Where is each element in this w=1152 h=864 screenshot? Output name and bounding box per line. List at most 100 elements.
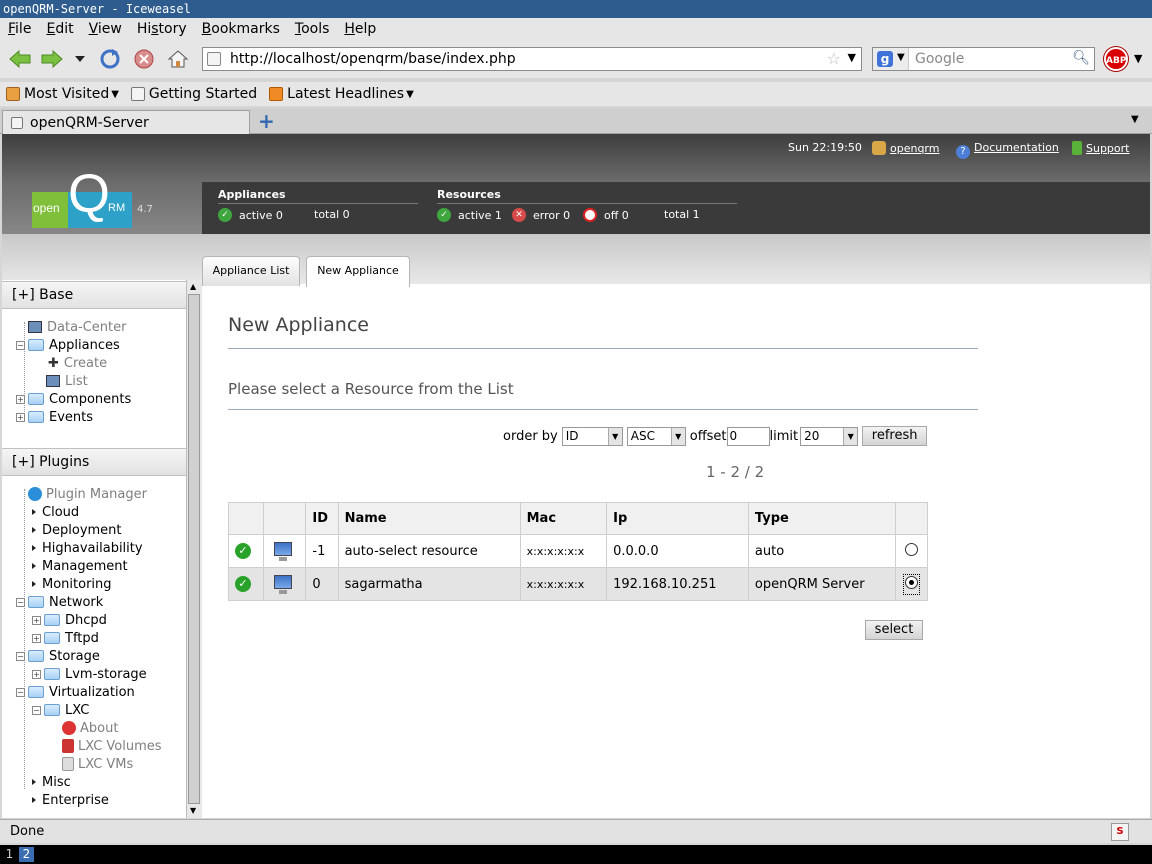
menu-bookmarks[interactable]: Bookmarks [194,21,287,37]
menu-view[interactable]: View [81,21,129,37]
search-engine-selector[interactable]: g ▼ [873,48,909,70]
user-link[interactable]: openqrm [872,141,939,155]
scroll-down-icon[interactable]: ▼ [190,806,196,815]
menu-file[interactable]: File [0,21,38,37]
expand-icon[interactable]: + [32,615,41,625]
tab-appliance-list[interactable]: Appliance List [202,256,300,286]
tree-item-events[interactable]: + Events [16,408,93,426]
tree-item-dhcpd[interactable]: + Dhcpd [32,611,107,629]
menu-history[interactable]: History [129,21,194,37]
expand-icon[interactable]: + [16,394,25,404]
history-dropdown-button[interactable] [70,48,90,70]
plugins-section-header[interactable]: [+] Plugins [2,448,186,476]
tree-item-virtualization[interactable]: − Virtualization [16,683,135,701]
user-link-text[interactable]: openqrm [890,142,939,155]
sort-order-select[interactable]: ASC ▼ [626,426,686,446]
tree-item-monitoring[interactable]: Monitoring [32,575,112,593]
collapse-icon[interactable]: − [16,651,25,661]
collapse-icon[interactable]: − [16,687,25,697]
tree-item-misc[interactable]: Misc [32,773,71,791]
forward-button[interactable] [40,48,64,70]
tree-item-lxc-volumes[interactable]: LXC Volumes [62,737,162,755]
offset-input[interactable]: 0 [726,426,770,446]
bookmark-most-visited[interactable]: Most Visited ▼ [6,86,119,102]
column-header-name[interactable]: Name [337,502,521,535]
tree-item-storage[interactable]: − Storage [16,647,100,665]
adblock-plus-icon[interactable]: ABP [1104,47,1128,71]
list-all-tabs-button[interactable]: ▼ [1131,114,1139,125]
url-text[interactable]: http://localhost/openqrm/base/index.php [230,51,516,67]
site-identity-icon[interactable] [207,52,221,66]
search-input[interactable]: Google [915,51,964,67]
tree-item-network[interactable]: − Network [16,593,103,611]
menu-edit[interactable]: Edit [38,21,80,37]
select-button[interactable]: select [865,620,923,640]
column-header-mac[interactable]: Mac [519,502,608,535]
collapse-icon[interactable]: − [16,340,25,350]
bookmark-getting-started[interactable]: Getting Started [130,86,257,102]
bookmark-star-icon[interactable]: ☆ [827,49,841,68]
tree-item-lvm-storage[interactable]: + Lvm-storage [32,665,147,683]
support-link-text[interactable]: Support [1086,142,1129,155]
bookmark-latest-headlines[interactable]: Latest Headlines ▼ [269,86,414,102]
documentation-link-text[interactable]: Documentation [974,141,1059,154]
tree-item-management[interactable]: Management [32,557,128,575]
tree-item-enterprise[interactable]: Enterprise [32,791,109,809]
tree-item-plugin-manager[interactable]: Plugin Manager [28,485,147,503]
documentation-link[interactable]: ? Documentation [956,141,1059,159]
tree-item-list[interactable]: List [46,372,88,390]
scrollbar-thumb[interactable] [188,294,200,804]
tree-item-tftpd[interactable]: + Tftpd [32,629,99,647]
home-button[interactable] [166,48,190,70]
column-header-ip[interactable]: Ip [606,502,749,535]
table-row[interactable]: ✓ 0 sagarmatha x:x:x:x:x:x 192.168.10.25… [227,567,929,601]
column-header-select [894,502,929,535]
collapse-icon[interactable]: − [16,597,25,607]
tab-new-appliance[interactable]: New Appliance [306,256,410,287]
base-section-header[interactable]: [+] Base [2,281,186,309]
back-button[interactable] [8,48,32,70]
browser-status-bar: Done S [0,819,1152,843]
table-row[interactable]: ✓ -1 auto-select resource x:x:x:x:x:x 0.… [227,534,929,568]
url-bar[interactable]: http://localhost/openqrm/base/index.php … [202,47,862,71]
stop-button[interactable] [132,48,156,70]
menu-help[interactable]: Help [336,21,383,37]
expand-icon[interactable]: + [32,633,41,643]
tree-item-appliances[interactable]: − Appliances [16,336,120,354]
reload-button[interactable] [98,48,122,70]
support-link[interactable]: Support [1072,141,1129,155]
tree-item-cloud[interactable]: Cloud [32,503,79,521]
url-dropdown-icon[interactable]: ▼ [848,51,856,64]
tree-item-lxc[interactable]: − LXC [32,701,89,719]
tree-item-create[interactable]: ✚ Create [48,354,107,372]
refresh-button[interactable]: refresh [862,426,928,446]
sidebar-scrollbar[interactable]: ▲ ▼ [186,280,202,818]
resource-radio[interactable] [904,542,918,556]
expand-icon[interactable]: + [32,669,41,679]
tree-item-highavailability[interactable]: Highavailability [32,539,143,557]
order-by-select[interactable]: ID ▼ [561,426,623,446]
column-header-id[interactable]: ID [305,502,339,535]
search-bar[interactable]: g ▼ Google 🔍︎ [872,47,1095,71]
expand-icon[interactable]: + [16,412,25,422]
menu-tools[interactable]: Tools [287,21,337,37]
scroll-up-icon[interactable]: ▲ [190,282,196,291]
workspace-1[interactable]: 1 [2,847,17,862]
tree-item-deployment[interactable]: Deployment [32,521,122,539]
tree-item-data-center[interactable]: Data-Center [28,318,127,336]
tree-item-components[interactable]: + Components [16,390,131,408]
search-icon[interactable]: 🔍︎ [1072,50,1090,66]
new-tab-button[interactable]: + [258,111,275,131]
column-header-type[interactable]: Type [747,502,896,535]
chevron-down-icon: ▼ [670,427,685,445]
workspace-2[interactable]: 2 [19,847,34,862]
collapse-icon[interactable]: − [32,705,41,715]
tree-item-lxc-vms[interactable]: LXC VMs [62,755,133,773]
noscript-icon[interactable]: S [1111,823,1129,841]
browser-tab[interactable]: openQRM-Server [2,110,250,134]
resource-radio-selected[interactable] [904,575,918,589]
limit-select[interactable]: 20 ▼ [800,426,859,446]
adblock-dropdown-icon[interactable]: ▼ [1134,52,1142,65]
openqrm-header: Sun 22:19:50 openqrm ? Documentation Supp… [2,134,1150,234]
tree-item-about[interactable]: About [62,719,118,737]
